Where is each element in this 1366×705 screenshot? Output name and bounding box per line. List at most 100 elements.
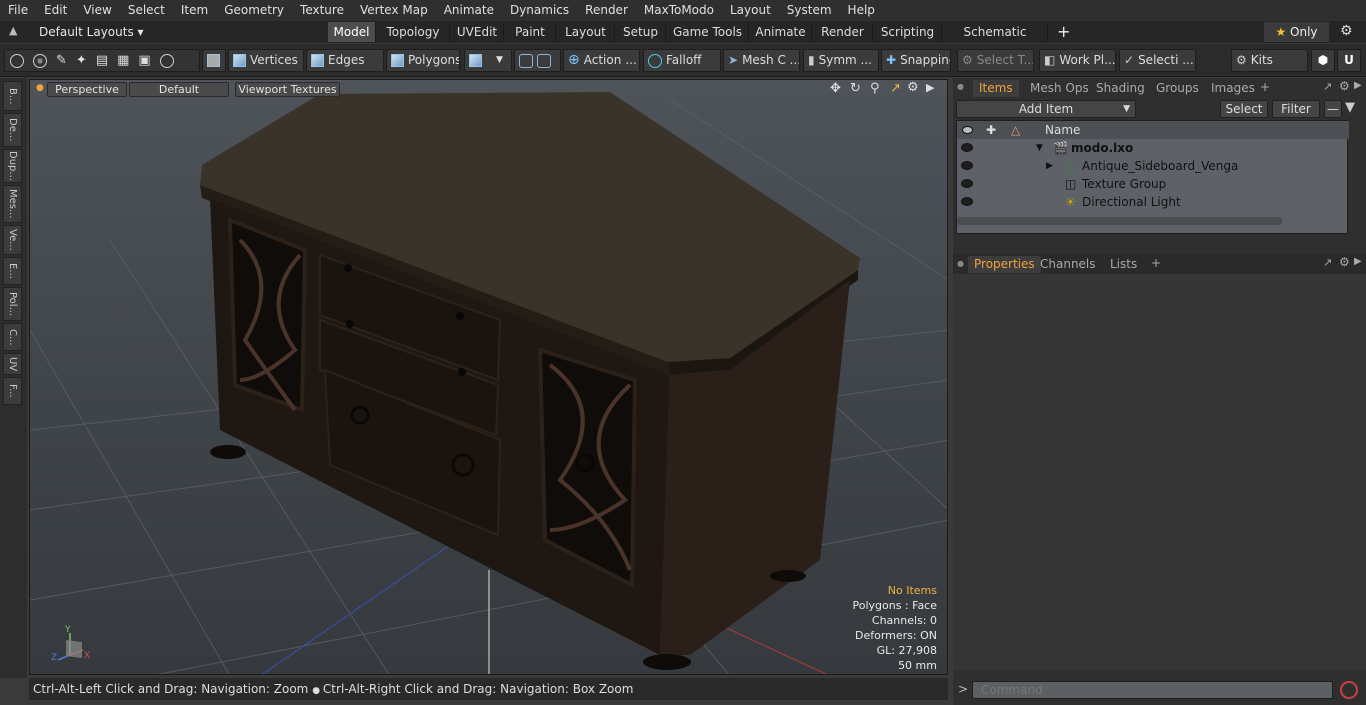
add-properties-tab-icon[interactable]: + [1151,256,1161,270]
tab-topology[interactable]: Topology [377,22,450,42]
move-view-icon[interactable]: ✥ [830,81,841,96]
default-layouts-dropdown[interactable]: Default Layouts ▾ [39,21,144,43]
frame-icon[interactable]: ▣ [138,53,150,68]
grid-icon[interactable]: ▦ [117,53,129,68]
tree-row-texture-group[interactable]: ◫ Texture Group [957,175,1349,193]
tab-game-tools[interactable]: Game Tools [667,22,749,42]
menu-maxtomodo[interactable]: MaxToModo [636,0,722,21]
tab-uvedit[interactable]: UVEdit [451,22,504,42]
menu-select[interactable]: Select [120,0,173,21]
unity-button[interactable]: ⬢ [1311,49,1335,72]
action-button[interactable]: ⊕ Action... [563,49,640,72]
symmetry-toggles[interactable] [514,49,561,72]
menu-edit[interactable]: Edit [36,0,75,21]
menu-item[interactable]: Item [173,0,216,21]
tree-row-light[interactable]: ☀ Directional Light [957,193,1349,211]
tab-groups[interactable]: Groups [1150,80,1205,97]
visibility-eye-icon[interactable] [961,179,973,188]
viewport-settings-icon[interactable]: ⚙ [907,80,919,95]
layout-collapse-icon[interactable]: ▲ [9,24,21,38]
unreal-button[interactable]: U [1337,49,1361,72]
tab-lists[interactable]: Lists [1104,256,1143,273]
tree-horizontal-scrollbar[interactable] [957,217,1282,225]
kits-button[interactable]: ⚙ Kits [1231,49,1308,72]
menu-layout[interactable]: Layout [722,0,779,21]
strip-tab-mesh-edit[interactable]: Mes... [3,185,22,223]
menu-dynamics[interactable]: Dynamics [502,0,577,21]
menu-vertex-map[interactable]: Vertex Map [352,0,436,21]
default-shading-dropdown[interactable]: Default [129,82,229,97]
material-mode-dropdown[interactable]: ▼ [464,49,512,72]
select-through-button[interactable]: ⚙ Select T... [957,49,1034,72]
menu-file[interactable]: File [0,0,36,21]
zoom-view-icon[interactable]: ⚲ [870,81,880,96]
menu-help[interactable]: Help [840,0,883,21]
circle-select-icon[interactable] [10,53,24,68]
strip-tab-uv[interactable]: UV [3,353,22,375]
perspective-dropdown[interactable]: Perspective [47,82,127,97]
strip-tab-edge[interactable]: E... [3,257,22,285]
strip-tab-polygon[interactable]: Pol... [3,287,22,321]
panel-settings-icon[interactable]: ⚙ [1339,79,1350,93]
filter-button[interactable]: Filter [1272,100,1320,118]
command-input[interactable] [972,681,1333,699]
viewport-textures-dropdown[interactable]: Viewport Textures [235,82,340,97]
tab-properties[interactable]: Properties [968,256,1041,273]
viewport-menu-icon[interactable]: ● [36,83,44,93]
tab-schematic-fusion[interactable]: Schematic Fusion [943,22,1048,59]
tree-row-scene[interactable]: ▼ 🎬 modo.lxo [957,139,1349,157]
tab-items[interactable]: Items [973,80,1019,97]
tab-paint[interactable]: Paint [505,22,556,42]
collapse-button[interactable]: — [1324,100,1342,118]
item-mode-button[interactable] [202,49,226,72]
polygons-button[interactable]: Polygons [386,49,460,72]
strip-tab-curve[interactable]: C... [3,323,22,351]
tree-row-mesh[interactable]: ▶ △ Antique_Sideboard_Venga [957,157,1349,175]
panel-menu-icon[interactable]: ● [957,82,964,91]
panel-menu-icon-2[interactable]: ● [957,259,964,268]
strip-tab-duplicate[interactable]: Dup... [3,149,22,183]
tab-shading[interactable]: Shading [1090,80,1151,97]
only-toggle[interactable]: ★ Only [1264,22,1329,42]
vertices-button[interactable]: Vertices [228,49,304,72]
add-tab-icon[interactable]: + [1057,21,1070,42]
tab-animate[interactable]: Animate [750,22,812,42]
maximize-view-icon[interactable]: ↗ [890,81,901,96]
symmetry-button[interactable]: ▮ Symm ... [803,49,879,72]
visibility-eye-icon[interactable] [961,143,973,152]
tab-channels[interactable]: Channels [1034,256,1102,273]
snapping-button[interactable]: ✚ Snapping [881,49,951,72]
mesh-constraint-button[interactable]: ➤ Mesh C ... [723,49,800,72]
work-plane-button[interactable]: ◧ Work Pl... [1039,49,1116,72]
menu-animate[interactable]: Animate [436,0,502,21]
viewport-expand-icon[interactable]: ▶ [926,81,934,94]
lasso-icon[interactable]: ✦ [76,53,87,68]
select-button[interactable]: Select [1220,100,1268,118]
tab-mesh-ops[interactable]: Mesh Ops [1024,80,1095,97]
menu-view[interactable]: View [75,0,119,21]
add-panel-tab-icon[interactable]: + [1260,80,1270,94]
panel-expand-icon[interactable]: ↗ [1323,80,1332,93]
menu-render[interactable]: Render [577,0,636,21]
strip-tab-fusion[interactable]: F... [3,377,22,405]
menu-geometry[interactable]: Geometry [216,0,292,21]
align-icon[interactable]: ▤ [96,53,108,68]
3d-viewport[interactable]: Y X Z ● Perspective Default Viewport Tex… [29,79,948,675]
properties-arrow-icon[interactable]: ▶ [1354,256,1362,267]
panel-arrow-icon[interactable]: ▶ [1354,80,1362,91]
expand-arrow-icon[interactable]: ▶ [1046,157,1053,175]
funnel-icon[interactable]: ▼ [1345,100,1355,115]
edges-button[interactable]: Edges [306,49,384,72]
menu-texture[interactable]: Texture [292,0,352,21]
falloff-button[interactable]: Falloff [643,49,721,72]
visibility-eye-icon[interactable] [961,161,973,170]
expand-arrow-icon[interactable]: ▼ [1036,139,1043,157]
tab-scripting[interactable]: Scripting [874,22,942,42]
name-column-header[interactable]: Name [1045,121,1080,139]
visibility-eye-icon[interactable] [961,197,973,206]
properties-expand-icon[interactable]: ↗ [1323,256,1332,269]
record-macro-icon[interactable] [1340,681,1358,699]
rotate-view-icon[interactable]: ↻ [850,81,861,96]
settings-gear-icon[interactable]: ⚙ [1340,23,1353,39]
globe-icon[interactable] [33,53,47,68]
